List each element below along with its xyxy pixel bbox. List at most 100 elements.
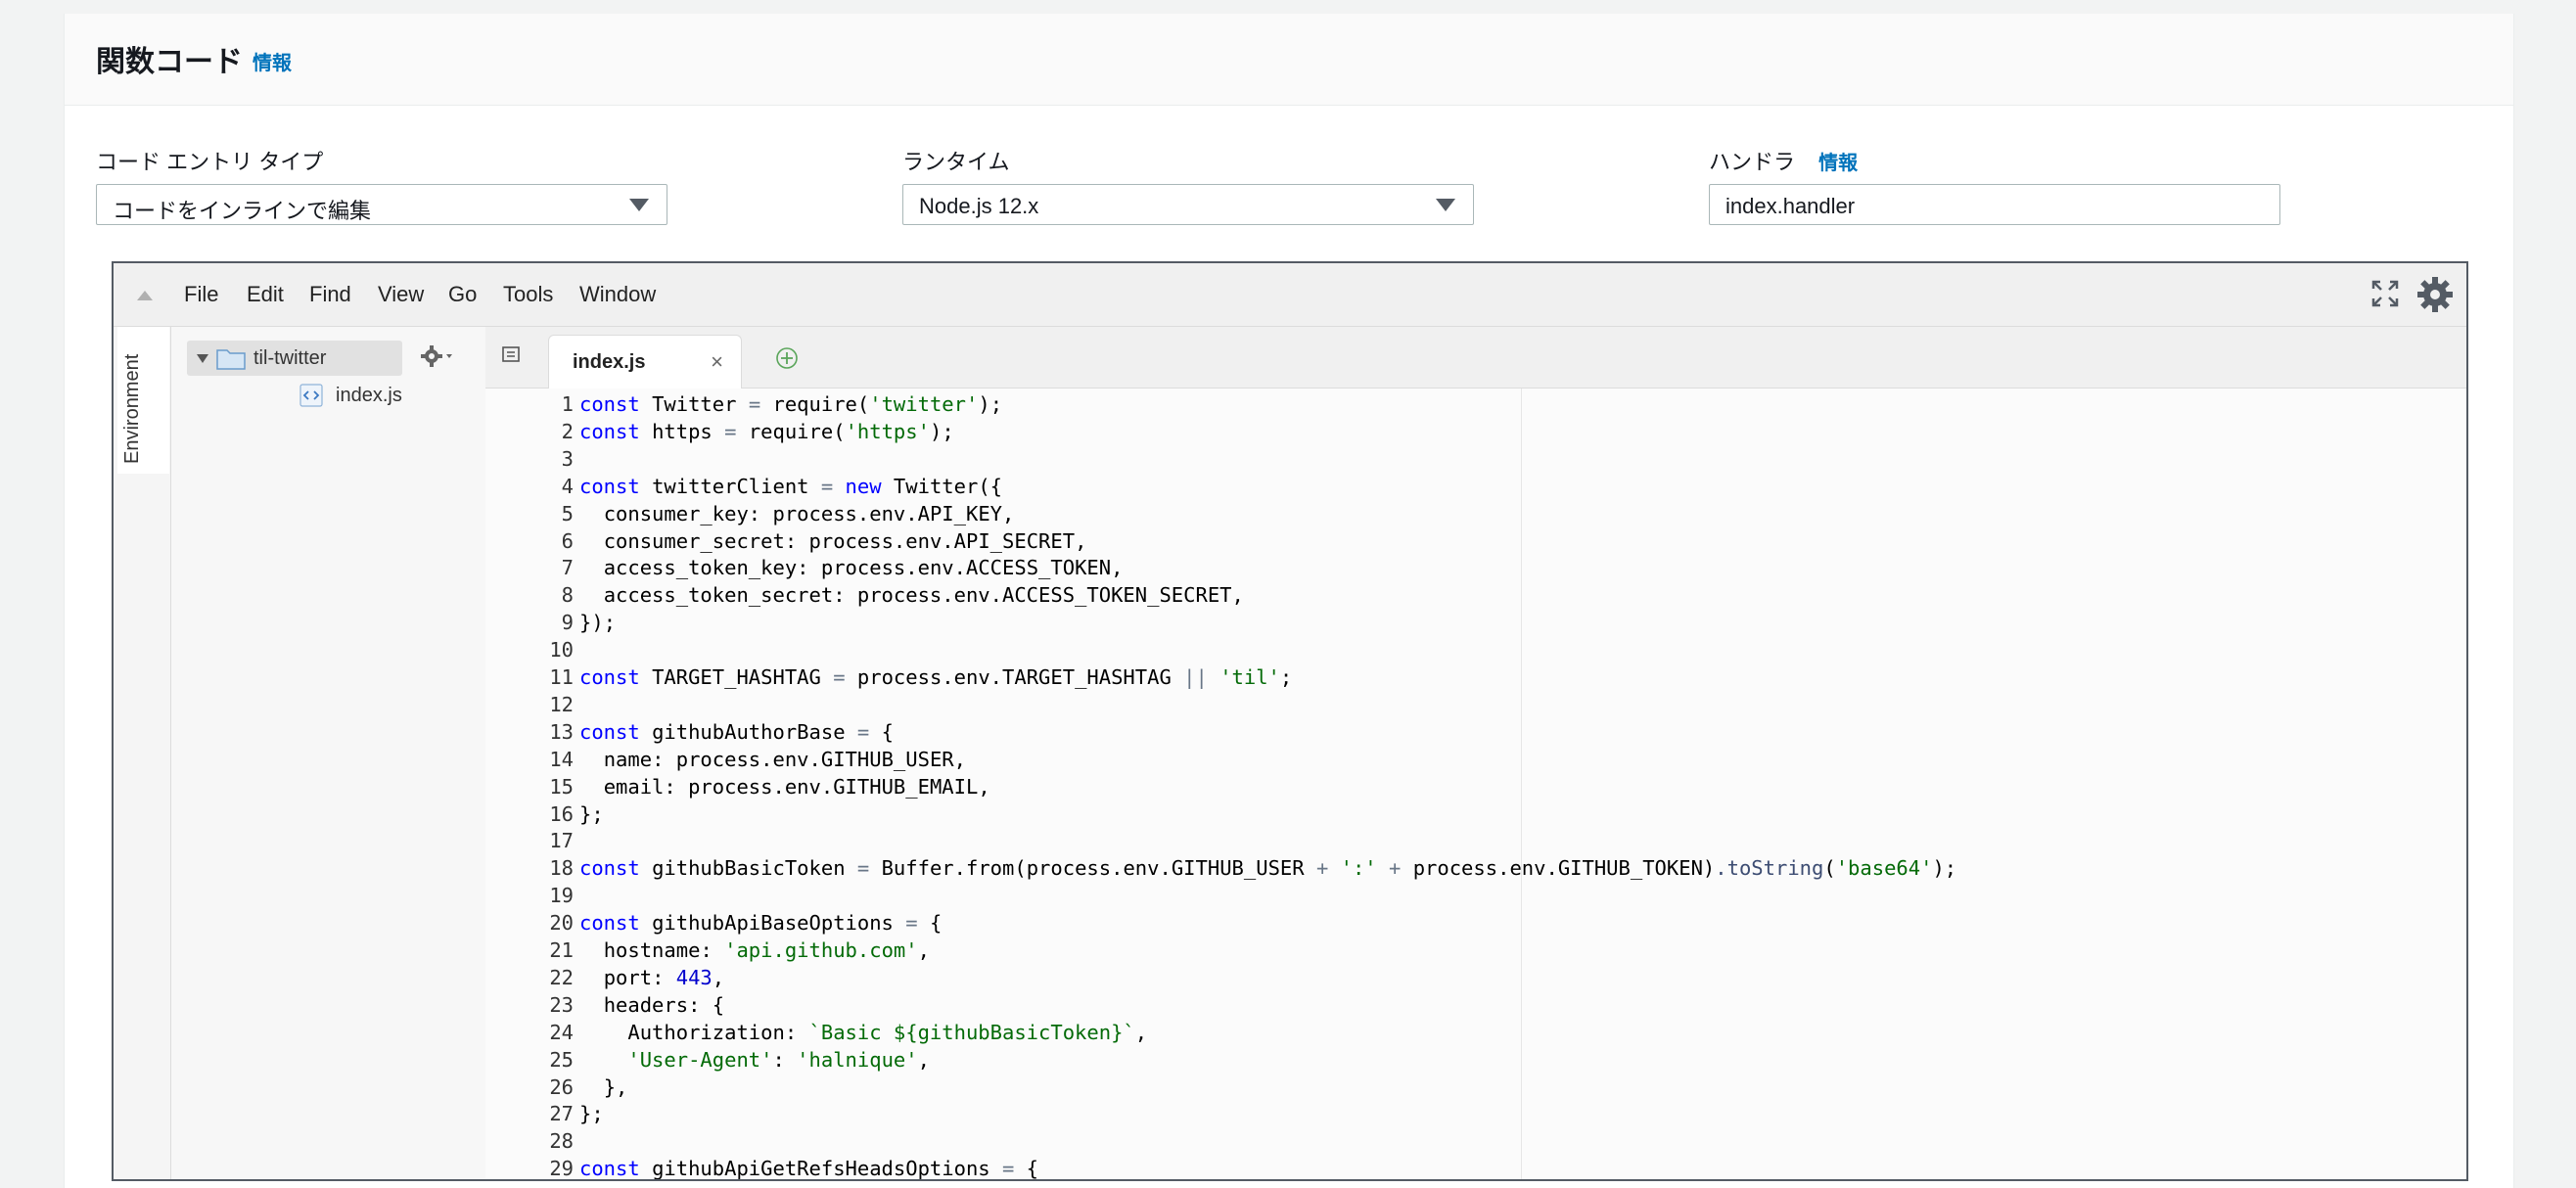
chevron-down-icon[interactable] [197, 354, 208, 363]
code-text: email: process.env.GITHUB_EMAIL, [603, 774, 990, 799]
code-text: access_token_secret: process.env.ACCESS_… [603, 583, 1244, 608]
handler-input[interactable]: index.handler [1709, 184, 2280, 225]
line-number: 28 [549, 1129, 574, 1154]
code-line: 4 const twitterClient = new Twitter({ [485, 473, 2466, 500]
code-text: consumer_key: process.env.API_KEY, [603, 501, 1015, 525]
menu-view[interactable]: View [378, 282, 424, 307]
menu-file[interactable]: File [184, 282, 218, 307]
code-line: 23 headers: { [485, 991, 2466, 1019]
js-file-icon [299, 384, 324, 412]
code-line: 3 [485, 445, 2466, 473]
code-text: headers: { [603, 992, 725, 1017]
handler-value: index.handler [1725, 194, 1856, 218]
chevron-down-icon [1436, 199, 1455, 211]
code-editor-ide: File Edit Find View Go Tools Window Envi… [112, 261, 2468, 1181]
code-text: Authorization: `Basic ${githubBasicToken… [627, 1020, 1148, 1044]
code-line: 18 const githubBasicToken = Buffer.from(p… [485, 854, 2466, 882]
code-line: 25 'User-Agent': 'halnique', [485, 1046, 2466, 1074]
menu-go[interactable]: Go [448, 282, 477, 307]
menu-tools[interactable]: Tools [503, 282, 553, 307]
code-text: name: process.env.GITHUB_USER, [603, 747, 966, 771]
code-line: 19 [485, 882, 2466, 909]
code-text: }); [579, 611, 617, 635]
code-line: 27}; [485, 1100, 2466, 1127]
code-line: 6 consumer_secret: process.env.API_SECRE… [485, 527, 2466, 555]
entry-type-select[interactable]: コードをインラインで編集 [96, 184, 667, 225]
code-text: const githubBasicToken = Buffer.from(pro… [579, 856, 1957, 881]
code-text: const githubApiBaseOptions = { [579, 911, 943, 936]
line-number: 19 [549, 884, 574, 908]
code-text: const https = require('https'); [579, 419, 954, 443]
line-number: 10 [549, 638, 574, 663]
code-text: hostname: 'api.github.com', [603, 938, 930, 962]
handler-label: ハンドラ 情報 [1709, 145, 1858, 176]
gear-dropdown-icon[interactable] [420, 344, 455, 373]
entry-type-label: コード エントリ タイプ [96, 150, 324, 174]
line-number: 26 [549, 1074, 574, 1099]
line-number: 4 [561, 474, 574, 498]
line-number: 1 [561, 392, 574, 416]
runtime-label: ランタイム [902, 150, 1010, 174]
line-number: 2 [561, 419, 574, 443]
menu-edit[interactable]: Edit [247, 282, 284, 307]
info-link[interactable]: 情報 [253, 47, 292, 75]
line-number: 15 [549, 774, 574, 799]
tab-list-icon[interactable] [501, 344, 523, 369]
runtime-select[interactable]: Node.js 12.x [902, 184, 1474, 225]
code-text: 'User-Agent': 'halnique', [627, 1047, 930, 1072]
code-line: 9}); [485, 609, 2466, 636]
line-number: 24 [549, 1020, 574, 1044]
line-number: 12 [549, 692, 574, 716]
code-line: 26 }, [485, 1074, 2466, 1101]
code-editor[interactable]: 1 const Twitter = require('twitter'); 2 con… [485, 388, 2466, 1181]
line-number: 6 [561, 528, 574, 553]
code-line: 22 port: 443, [485, 964, 2466, 991]
line-number: 5 [561, 501, 574, 525]
caret-up-icon[interactable] [137, 291, 153, 300]
code-line: 7 access_token_key: process.env.ACCESS_T… [485, 554, 2466, 581]
code-line: 1 const Twitter = require('twitter'); [485, 390, 2466, 418]
line-number: 25 [549, 1047, 574, 1072]
tree-folder-label: til-twitter [253, 347, 327, 369]
menu-find[interactable]: Find [309, 282, 351, 307]
tree-file-index-js[interactable]: index.js [299, 382, 494, 411]
code-line: 13 const githubAuthorBase = { [485, 718, 2466, 746]
code-text: const twitterClient = new Twitter({ [579, 474, 1003, 498]
code-line: 2 const https = require('https'); [485, 418, 2466, 445]
tab-label: index.js [573, 351, 646, 373]
line-number: 8 [561, 583, 574, 608]
code-text: const githubAuthorBase = { [579, 719, 894, 744]
code-text: const Twitter = require('twitter'); [579, 392, 1003, 416]
line-number: 22 [549, 965, 574, 989]
fullscreen-icon[interactable] [2370, 279, 2400, 313]
code-text: const githubApiGetRefsHeadsOptions = { [579, 1157, 1039, 1181]
environment-label: Environment [121, 353, 143, 464]
menu-window[interactable]: Window [579, 282, 656, 307]
line-number: 9 [561, 611, 574, 635]
tree-file-label: index.js [336, 385, 402, 406]
code-line: 21 hostname: 'api.github.com', [485, 937, 2466, 964]
panel-title: 関数コード [96, 46, 243, 78]
code-line: 24 Authorization: `Basic ${githubBasicTo… [485, 1019, 2466, 1046]
tree-folder-til-twitter[interactable]: til-twitter [187, 341, 402, 376]
code-line: 16}; [485, 800, 2466, 828]
environment-side-tab[interactable]: Environment [114, 327, 171, 1179]
panel-header: 関数コード 情報 [65, 14, 2513, 106]
line-number: 14 [549, 747, 574, 771]
code-line: 8 access_token_secret: process.env.ACCES… [485, 581, 2466, 609]
line-number: 29 [549, 1157, 574, 1181]
code-line: 10 [485, 636, 2466, 663]
code-line: 15 email: process.env.GITHUB_EMAIL, [485, 773, 2466, 800]
plus-circle-icon[interactable] [775, 346, 799, 375]
folder-icon [216, 346, 246, 375]
editor-tab-bar: index.js × [485, 327, 2466, 389]
line-number: 18 [549, 856, 574, 881]
code-text: }; [579, 801, 604, 826]
code-line: 28 [485, 1127, 2466, 1155]
handler-info-link[interactable]: 情報 [1818, 153, 1858, 174]
code-text: }; [579, 1102, 604, 1126]
gear-icon[interactable] [2415, 275, 2455, 319]
close-icon[interactable]: × [711, 349, 723, 375]
tab-index-js[interactable]: index.js × [548, 335, 742, 389]
line-number: 21 [549, 938, 574, 962]
